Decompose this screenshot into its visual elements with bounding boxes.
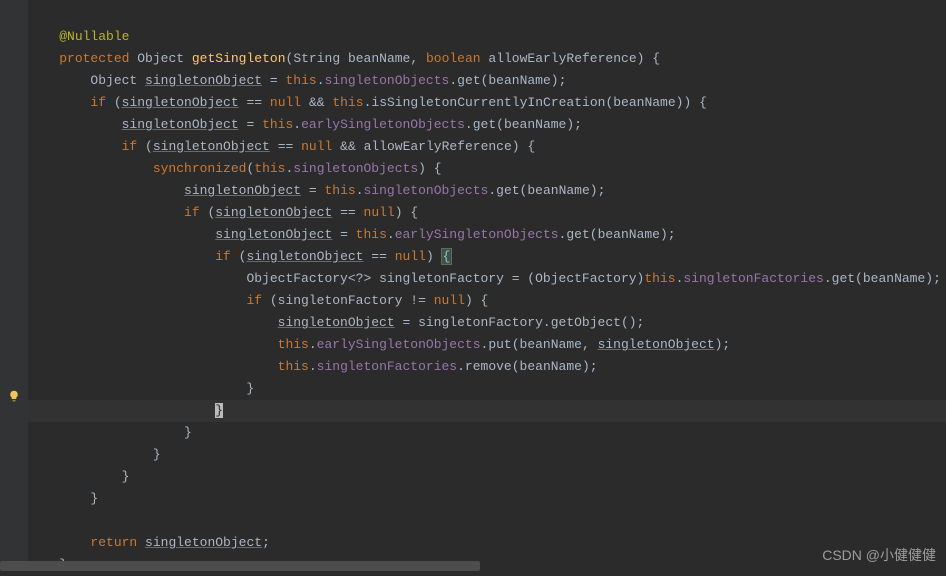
code-editor[interactable]: @Nullable protected Object getSingleton(… xyxy=(28,0,946,576)
code-line: this.singletonFactories.remove(beanName)… xyxy=(28,359,598,374)
code-line: } xyxy=(28,469,129,484)
code-line xyxy=(28,513,36,528)
annotation: @Nullable xyxy=(59,29,129,44)
gutter xyxy=(0,0,28,571)
horizontal-scrollbar[interactable] xyxy=(0,561,946,571)
code-line: singletonObject = this.singletonObjects.… xyxy=(28,183,605,198)
code-line: singletonObject = this.earlySingletonObj… xyxy=(28,227,676,242)
caret-line: } xyxy=(28,400,946,422)
code-line: } xyxy=(28,425,192,440)
code-line: ObjectFactory<?> singletonFactory = (Obj… xyxy=(28,271,941,286)
code-line: this.earlySingletonObjects.put(beanName,… xyxy=(28,337,730,352)
code-line: if (singletonObject == null) { xyxy=(28,249,451,264)
code-line: } xyxy=(28,447,161,462)
watermark: CSDN @小健健健 xyxy=(822,545,936,565)
code-line: protected Object getSingleton(String bea… xyxy=(28,51,660,66)
scrollbar-thumb[interactable] xyxy=(0,561,480,571)
code-line: Object singletonObject = this.singletonO… xyxy=(28,73,566,88)
cursor: } xyxy=(215,403,223,418)
code-line: } xyxy=(28,491,98,506)
code-line: if (singletonObject == null) { xyxy=(28,205,418,220)
lightbulb-icon[interactable] xyxy=(8,390,20,402)
code-line: return singletonObject; xyxy=(28,535,270,550)
code-line: singletonObject = this.earlySingletonObj… xyxy=(28,117,582,132)
code-line: synchronized(this.singletonObjects) { xyxy=(28,161,442,176)
code-line: singletonObject = singletonFactory.getOb… xyxy=(28,315,644,330)
code-line: if (singletonFactory != null) { xyxy=(28,293,488,308)
code-line: @Nullable xyxy=(28,29,129,44)
code-line: } xyxy=(28,381,254,396)
code-line: if (singletonObject == null && allowEarl… xyxy=(28,139,535,154)
code-line: if (singletonObject == null && this.isSi… xyxy=(28,95,707,110)
matched-brace: { xyxy=(441,248,453,265)
